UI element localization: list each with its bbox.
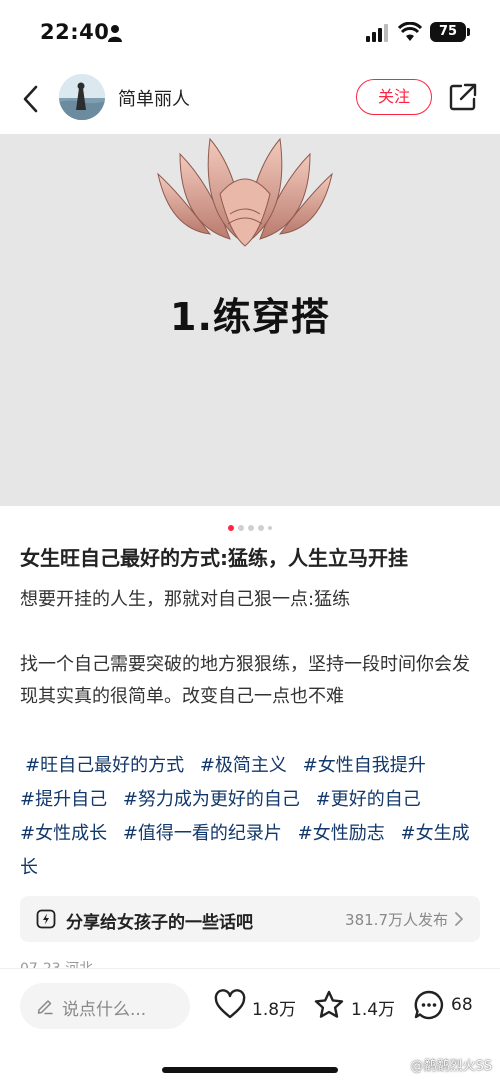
comment-input[interactable]: 说点什么...: [20, 983, 190, 1029]
topic-label: 分享给女孩子的一些话吧: [66, 913, 253, 933]
comment-count: 68: [451, 995, 473, 1015]
share-icon[interactable]: [448, 82, 478, 112]
hashtag[interactable]: #值得一看的纪录片: [123, 823, 282, 844]
hashtag[interactable]: #努力成为更好的自己: [123, 789, 300, 810]
back-icon[interactable]: [18, 82, 46, 116]
post-title: 女生旺自己最好的方式:猛练，人生立马开挂: [20, 546, 408, 570]
post-body: 找一个自己需要突破的地方狠狠练，坚持一段时间你会发现其实真的很简单。改变自己一点…: [20, 654, 470, 707]
topic-count: 381.7万人发布: [345, 911, 448, 929]
home-indicator[interactable]: [162, 1067, 338, 1073]
person-icon: [108, 25, 122, 42]
bottom-action-bar: 说点什么... 1.8万 1.4万 68 @鹬鹬烈火SS: [0, 968, 500, 1082]
page-dot[interactable]: [268, 525, 272, 530]
page-dot[interactable]: [238, 524, 244, 531]
page-dot[interactable]: [228, 524, 234, 531]
hashtag-list: #旺自己最好的方式 #极简主义 #女性自我提升 #提升自己 #努力成为更好的自己…: [20, 749, 482, 885]
watermark: @鹬鹬烈火SS: [410, 1059, 492, 1074]
author-name[interactable]: 简单丽人: [118, 85, 190, 111]
avatar-image: [59, 74, 105, 120]
hashtag[interactable]: #女性自我提升: [303, 755, 426, 776]
pencil-icon: [37, 1000, 53, 1015]
topic-icon: [36, 909, 56, 929]
star-icon: [314, 990, 344, 1018]
post-date-location: 07-23 河北: [20, 958, 93, 968]
chevron-right-icon: [455, 912, 463, 926]
lotus-image: [157, 137, 333, 247]
wifi-icon: [398, 22, 422, 41]
battery-cap: [467, 28, 470, 36]
hashtag[interactable]: #更好的自己: [316, 789, 421, 810]
status-bar: 22:40 75: [0, 0, 500, 64]
hashtag[interactable]: #女性励志: [298, 823, 385, 844]
favorite-count: 1.4万: [351, 1000, 396, 1020]
hashtag[interactable]: #旺自己最好的方式: [25, 755, 184, 776]
page-dot[interactable]: [258, 524, 264, 531]
hashtag[interactable]: #极简主义: [200, 755, 287, 776]
image-caption: 1.练穿搭: [170, 295, 330, 339]
signal-icon: [366, 24, 388, 42]
follow-button[interactable]: 关注: [356, 79, 432, 115]
battery-indicator: 75: [430, 22, 466, 42]
carousel-pagination: [0, 517, 500, 531]
topic-card[interactable]: 分享给女孩子的一些话吧 381.7万人发布: [20, 896, 480, 942]
post-subtitle: 想要开挂的人生，那就对自己狠一点:猛练: [20, 589, 351, 610]
hashtag[interactable]: #女性成长: [20, 823, 107, 844]
like-count: 1.8万: [252, 1000, 297, 1020]
comment-placeholder: 说点什么...: [62, 1000, 147, 1020]
note-header: 简单丽人 关注: [0, 64, 500, 134]
avatar[interactable]: [59, 74, 105, 120]
note-image[interactable]: 1.练穿搭: [0, 134, 500, 506]
status-time: 22:40: [40, 20, 110, 44]
comment-icon: [414, 990, 444, 1020]
hashtag[interactable]: #提升自己: [20, 789, 107, 810]
heart-icon: [214, 989, 246, 1019]
page-dot[interactable]: [248, 524, 254, 531]
